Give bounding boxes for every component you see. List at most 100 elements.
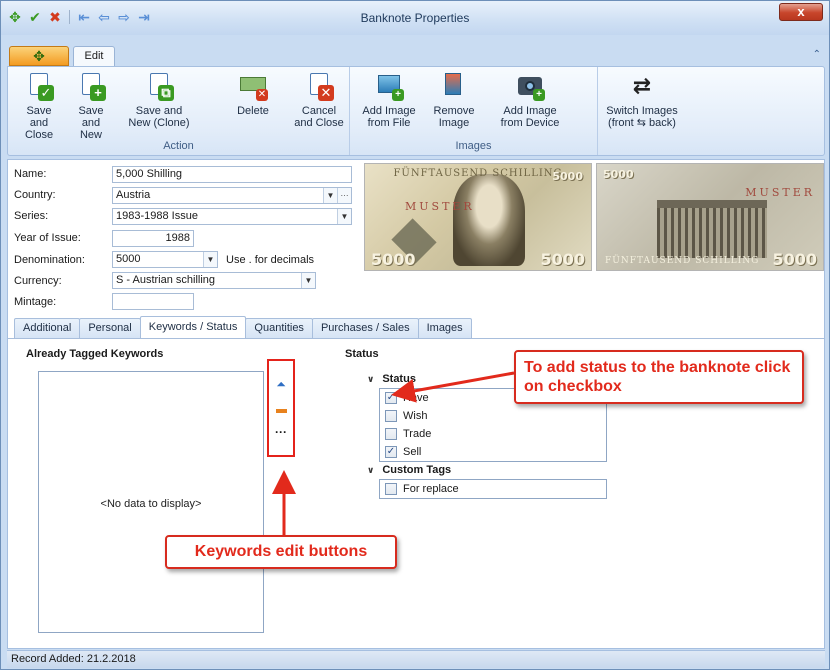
keywords-title: Already Tagged Keywords bbox=[26, 348, 164, 360]
chevron-down-icon[interactable]: ∨ bbox=[367, 462, 374, 479]
denomination-value: 5000 bbox=[116, 253, 141, 265]
save-and-new-label: Save and New bbox=[78, 105, 104, 141]
switch-images-button[interactable]: ⇄ Switch Images (front ⇆ back) bbox=[600, 71, 684, 129]
add-keyword-icon[interactable]: ⏶ bbox=[273, 377, 289, 391]
chevron-down-icon[interactable]: ▼ bbox=[337, 209, 351, 224]
decimals-hint: Use . for decimals bbox=[226, 254, 315, 266]
status-item-label: Wish bbox=[403, 410, 428, 422]
remove-image-icon bbox=[437, 71, 471, 101]
denomination-select[interactable]: 5000 ▼ bbox=[112, 251, 218, 268]
series-value: 1983-1988 Issue bbox=[116, 210, 198, 222]
country-select[interactable]: Austria ▼ ··· bbox=[112, 187, 352, 204]
add-image-from-file-button[interactable]: + Add Image from File bbox=[360, 71, 418, 129]
save-clone-icon: ⧉ bbox=[142, 71, 176, 101]
add-image-from-device-label: Add Image from Device bbox=[500, 105, 560, 129]
switch-images-label: Switch Images (front ⇆ back) bbox=[606, 105, 678, 129]
mintage-field[interactable] bbox=[112, 293, 194, 310]
currency-label: Currency: bbox=[14, 275, 62, 287]
remove-keyword-button[interactable] bbox=[273, 403, 289, 417]
banknote-front-image[interactable]: FÜNFTAUSEND SCHILLING MUSTER 5000 5000 5… bbox=[364, 163, 592, 271]
chevron-down-icon[interactable]: ∨ bbox=[367, 371, 374, 388]
ribbon: ✓ Save and Close + Save and New ⧉ Save a… bbox=[7, 66, 825, 156]
year-field[interactable]: 1988 bbox=[112, 230, 194, 247]
chevron-down-icon[interactable]: ▼ bbox=[323, 188, 337, 203]
name-label: Name: bbox=[14, 168, 47, 180]
save-and-new-clone-button[interactable]: ⧉ Save and New (Clone) bbox=[124, 71, 194, 129]
series-label: Series: bbox=[14, 210, 49, 222]
tab-purchases-sales[interactable]: Purchases / Sales bbox=[311, 318, 419, 338]
save-and-close-label: Save and Close bbox=[24, 105, 54, 141]
add-image-file-icon: + bbox=[372, 71, 406, 101]
back-value-right: 5000 bbox=[772, 250, 817, 269]
banknote-back-image[interactable]: 5000 MUSTER FÜNFTAUSEND SCHILLING 5000 bbox=[596, 163, 824, 271]
checkbox-sell[interactable]: ✓ bbox=[385, 446, 397, 458]
switch-arrows-icon: ⇄ bbox=[632, 73, 652, 98]
country-label: Country: bbox=[14, 189, 56, 201]
front-value-corner: 5000 bbox=[552, 170, 583, 183]
chevron-down-icon[interactable]: ▼ bbox=[203, 252, 217, 267]
checkbox-for-replace[interactable] bbox=[385, 483, 397, 495]
front-value-right: 5000 bbox=[540, 250, 585, 269]
ribbon-collapse-icon[interactable]: ⌃ bbox=[813, 49, 821, 60]
add-image-from-device-button[interactable]: + Add Image from Device bbox=[498, 71, 562, 129]
status-group-label: Status bbox=[382, 373, 416, 385]
muster-text: MUSTER bbox=[405, 200, 475, 213]
currency-select[interactable]: S - Austrian schilling ▼ bbox=[112, 272, 316, 289]
status-item-trade[interactable]: Trade bbox=[380, 425, 606, 443]
save-and-new-button[interactable]: + Save and New bbox=[68, 71, 114, 141]
status-item-label: Sell bbox=[403, 446, 422, 458]
application-window: ✥ ✔ ✖ ⇤ ⇦ ⇨ ⇥ Banknote Properties x ✥ Ed… bbox=[0, 0, 830, 670]
custom-tag-items: For replace bbox=[379, 479, 607, 499]
ribbon-tab-strip: ✥ Edit bbox=[9, 46, 115, 66]
keywords-list[interactable]: <No data to display> bbox=[38, 371, 264, 633]
save-new-icon: + bbox=[74, 71, 108, 101]
ellipsis-icon[interactable]: ··· bbox=[337, 188, 351, 203]
ribbon-group-action: ✓ Save and Close + Save and New ⧉ Save a… bbox=[8, 67, 350, 155]
custom-tag-for-replace[interactable]: For replace bbox=[380, 480, 606, 498]
front-value-left: 5000 bbox=[371, 250, 416, 269]
chevron-down-icon[interactable]: ▼ bbox=[301, 273, 315, 288]
keyword-edit-buttons: ⏶ ··· bbox=[267, 359, 295, 457]
mintage-label: Mintage: bbox=[14, 296, 57, 308]
window-title: Banknote Properties bbox=[360, 11, 470, 25]
title-bar: ✥ ✔ ✖ ⇤ ⇦ ⇨ ⇥ Banknote Properties x bbox=[1, 1, 829, 35]
status-callout: To add status to the banknote click on c… bbox=[514, 350, 804, 404]
cancel-close-icon: ✕ bbox=[302, 71, 336, 101]
tab-keywords-status[interactable]: Keywords / Status bbox=[139, 316, 247, 338]
currency-value: S - Austrian schilling bbox=[116, 274, 216, 286]
tab-additional[interactable]: Additional bbox=[14, 318, 81, 338]
cancel-and-close-button[interactable]: ✕ Cancel and Close bbox=[294, 71, 344, 129]
save-close-icon: ✓ bbox=[22, 71, 56, 101]
ribbon-tab-edit[interactable]: Edit bbox=[73, 46, 115, 66]
name-field[interactable]: 5,000 Shilling bbox=[112, 166, 352, 183]
properties-form: Name: 5,000 Shilling Country: Austria ▼ … bbox=[7, 159, 825, 649]
tab-personal[interactable]: Personal bbox=[79, 318, 141, 338]
checkbox-wish[interactable] bbox=[385, 410, 397, 422]
keywords-callout: Keywords edit buttons bbox=[165, 535, 397, 569]
delete-banknote-icon: ✕ bbox=[236, 71, 270, 101]
edit-keywords-ellipsis-icon[interactable]: ··· bbox=[273, 425, 289, 439]
close-button[interactable]: x bbox=[779, 3, 823, 21]
status-item-wish[interactable]: Wish bbox=[380, 407, 606, 425]
tab-images[interactable]: Images bbox=[417, 318, 472, 338]
checkbox-have[interactable]: ✓ bbox=[385, 392, 397, 404]
tab-quantities[interactable]: Quantities bbox=[245, 318, 313, 338]
application-menu-button[interactable]: ✥ bbox=[9, 46, 69, 66]
camera-icon: + bbox=[513, 71, 547, 101]
custom-tags-group-header[interactable]: ∨ Custom Tags bbox=[361, 462, 607, 479]
country-value: Austria bbox=[116, 189, 151, 201]
back-muster-text: MUSTER bbox=[745, 186, 815, 199]
status-title: Status bbox=[345, 348, 379, 360]
remove-image-button[interactable]: Remove Image bbox=[432, 71, 476, 129]
status-item-label: Trade bbox=[403, 428, 432, 440]
checkbox-trade[interactable] bbox=[385, 428, 397, 440]
save-and-close-button[interactable]: ✓ Save and Close bbox=[16, 71, 62, 141]
status-bar: Record Added: 21.2.2018 bbox=[7, 650, 825, 668]
status-item-sell[interactable]: ✓ Sell bbox=[380, 443, 606, 461]
delete-label: Delete bbox=[237, 105, 269, 117]
minus-icon bbox=[275, 408, 287, 413]
cancel-and-close-label: Cancel and Close bbox=[294, 105, 344, 129]
delete-button[interactable]: ✕ Delete bbox=[230, 71, 276, 117]
series-select[interactable]: 1983-1988 Issue ▼ bbox=[112, 208, 352, 225]
ribbon-group-images: + Add Image from File Remove Image + Add… bbox=[350, 67, 598, 155]
